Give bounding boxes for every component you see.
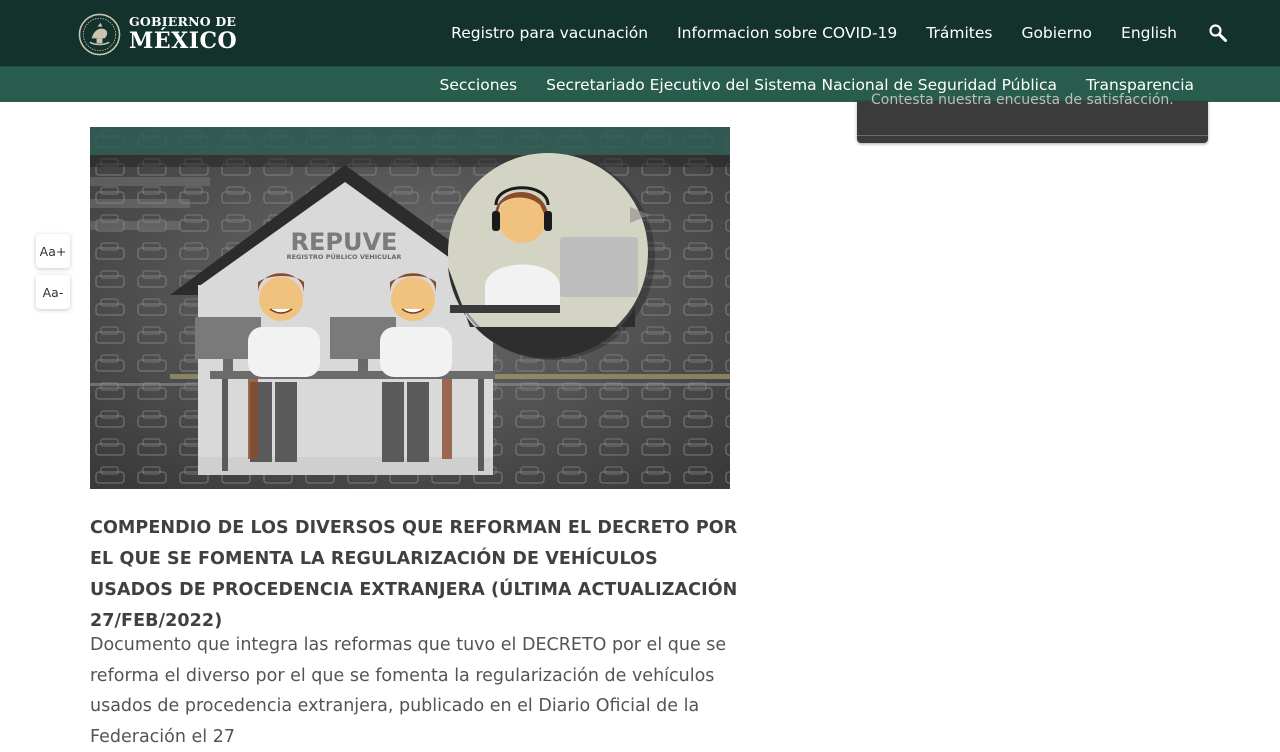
article-title: COMPENDIO DE LOS DIVERSOS QUE REFORMAN E… <box>90 518 738 631</box>
nav-registro-vacunacion[interactable]: Registro para vacunación <box>451 24 648 42</box>
subnav-transparencia[interactable]: Transparencia <box>1086 76 1194 94</box>
nav-tramites[interactable]: Trámites <box>926 24 992 42</box>
subnav-secretariado[interactable]: Secretariado Ejecutivo del Sistema Nacio… <box>546 76 1057 94</box>
repuve-sign-title: REPUVE <box>291 228 398 256</box>
brand-text: GOBIERNO DE MÉXICO <box>129 13 238 55</box>
brand-line1: GOBIERNO DE <box>129 13 237 29</box>
main-nav: Registro para vacunación Informacion sob… <box>422 0 1228 66</box>
hero-image: REPUVE REGISTRO PÚBLICO VEHICULAR <box>90 127 730 489</box>
font-increase-button[interactable]: Aa+ <box>36 234 70 268</box>
brand-line2: MÉXICO <box>129 28 238 55</box>
gobierno-logo[interactable]: GOBIERNO DE MÉXICO <box>78 11 237 57</box>
top-navbar: GOBIERNO DE MÉXICO Registro para vacunac… <box>0 0 1280 66</box>
subnav-secciones[interactable]: Secciones <box>439 76 517 94</box>
font-decrease-button[interactable]: Aa- <box>36 275 70 309</box>
survey-widget[interactable]: Contesta nuestra encuesta de satisfacció… <box>857 92 1208 143</box>
nav-gobierno[interactable]: Gobierno <box>1021 24 1092 42</box>
nav-informacion-covid[interactable]: Informacion sobre COVID-19 <box>677 24 897 42</box>
survey-link[interactable]: Contesta nuestra encuesta de satisfacció… <box>871 92 1174 108</box>
search-icon[interactable] <box>1208 23 1228 43</box>
article-body: Documento que integra las reformas que t… <box>90 635 727 747</box>
nav-english[interactable]: English <box>1121 24 1177 42</box>
widget-divider <box>857 135 1208 136</box>
repuve-sign-subtitle: REGISTRO PÚBLICO VEHICULAR <box>287 252 402 261</box>
seal-icon <box>78 13 121 55</box>
